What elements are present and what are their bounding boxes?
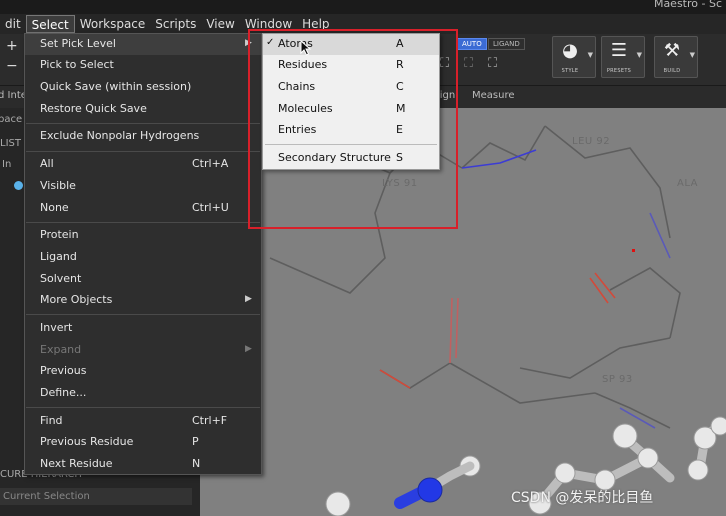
menu-item-solvent[interactable]: Solvent: [25, 269, 261, 290]
menu-item-none[interactable]: None Ctrl+U: [25, 198, 261, 219]
menu-item-exclude-nonpolar-hydrogens[interactable]: Exclude Nonpolar Hydrogens: [25, 126, 261, 147]
menu-item-previous[interactable]: Previous: [25, 361, 261, 382]
presets-caption: PRESETS: [606, 68, 632, 74]
menu-item-pick-to-select[interactable]: Pick to Select: [25, 55, 261, 76]
menu-item-all[interactable]: All Ctrl+A: [25, 154, 261, 175]
chevron-down-icon: ▼: [636, 51, 642, 59]
menu-scripts[interactable]: Scripts: [150, 15, 201, 33]
build-button[interactable]: ⚒ BUILD ▼: [654, 36, 698, 78]
highlight-annotation-box: [248, 29, 458, 229]
oxygen-bond: [594, 272, 616, 299]
list-label: LIST: [0, 138, 21, 149]
entry-in-indicator[interactable]: [14, 181, 23, 190]
residue-label-asp93: SP 93: [602, 374, 633, 385]
tab-interactions[interactable]: d Inte: [0, 90, 27, 101]
menu-item-protein[interactable]: Protein: [25, 225, 261, 246]
auto-toggle[interactable]: AUTO: [457, 38, 487, 50]
menu-separator: [26, 151, 260, 152]
menu-separator: [26, 407, 260, 408]
backbone-bond: [519, 337, 671, 379]
sliders-icon: ☰: [610, 40, 628, 61]
fit-selection-icon[interactable]: ⛶: [464, 56, 473, 71]
chevron-down-icon: ▼: [689, 51, 695, 59]
build-caption: BUILD: [663, 68, 681, 74]
style-icon: ◕: [562, 40, 578, 61]
select-menu-dropdown: Set Pick Level ▶ Pick to Select Quick Sa…: [24, 33, 262, 475]
plus-icon[interactable]: +: [6, 38, 18, 54]
atom-ball: [710, 416, 726, 436]
atom-ball: [554, 462, 576, 484]
reset-view-icon[interactable]: ⛶: [488, 56, 497, 71]
menu-item-next-residue[interactable]: Next Residue N: [25, 454, 261, 475]
oxygen-bond: [379, 369, 411, 389]
app-title: Maestro - Sc: [653, 0, 722, 10]
menu-item-invert[interactable]: Invert: [25, 318, 261, 339]
menu-item-find[interactable]: Find Ctrl+F: [25, 411, 261, 432]
menu-item-quick-save[interactable]: Quick Save (within session): [25, 77, 261, 98]
menu-select[interactable]: Select: [25, 15, 75, 33]
minus-icon[interactable]: −: [6, 58, 18, 74]
presets-button[interactable]: ☰ PRESETS ▼: [601, 36, 645, 78]
menu-separator: [26, 222, 260, 223]
selected-atom-marker: [632, 249, 635, 252]
current-selection-field[interactable]: Current Selection: [0, 488, 192, 505]
submenu-arrow-icon: ▶: [245, 294, 252, 304]
menu-separator: [26, 314, 260, 315]
menu-item-define[interactable]: Define...: [25, 383, 261, 404]
menu-workspace[interactable]: Workspace: [75, 15, 151, 33]
watermark-text: CSDN @发呆的比目鱼: [511, 490, 654, 506]
menu-item-restore-quick-save[interactable]: Restore Quick Save: [25, 99, 261, 120]
atom-ball: [612, 423, 638, 449]
in-column-label: In: [2, 159, 12, 170]
menu-edit[interactable]: dit: [0, 15, 26, 33]
submenu-arrow-icon: ▶: [245, 344, 252, 354]
menu-item-more-objects[interactable]: More Objects ▶: [25, 290, 261, 311]
nitrogen-atom-ball: [417, 477, 443, 503]
menu-item-previous-residue[interactable]: Previous Residue P: [25, 432, 261, 453]
build-icon: ⚒: [663, 40, 681, 61]
tab-measure[interactable]: Measure: [472, 90, 515, 101]
space-label: pace: [0, 114, 23, 125]
oxygen-bond: [589, 277, 609, 304]
menu-item-expand: Expand ▶: [40, 343, 252, 356]
backbone-bond: [609, 267, 681, 339]
style-button[interactable]: ◕ STYLE ▼: [552, 36, 596, 78]
menu-item-set-pick-level[interactable]: Set Pick Level ▶: [25, 34, 261, 55]
atom-ball: [687, 459, 709, 481]
atom-ball: [637, 447, 659, 469]
menu-view[interactable]: View: [201, 15, 239, 33]
menu-item-ligand[interactable]: Ligand: [25, 247, 261, 268]
menu-separator: [26, 123, 260, 124]
residue-label-leu92: LEU 92: [572, 136, 611, 147]
menu-item-visible[interactable]: Visible: [25, 176, 261, 197]
title-bar: Maestro - Sc: [0, 0, 726, 14]
oxygen-bond: [455, 297, 459, 359]
atom-ball: [325, 491, 351, 516]
oxygen-bond: [449, 297, 453, 364]
chevron-down-icon: ▼: [587, 51, 593, 59]
residue-label-ala: ALA: [677, 178, 698, 189]
ligand-toggle[interactable]: LIGAND: [488, 38, 525, 50]
style-caption: STYLE: [561, 68, 579, 74]
backbone-bond: [594, 392, 671, 429]
